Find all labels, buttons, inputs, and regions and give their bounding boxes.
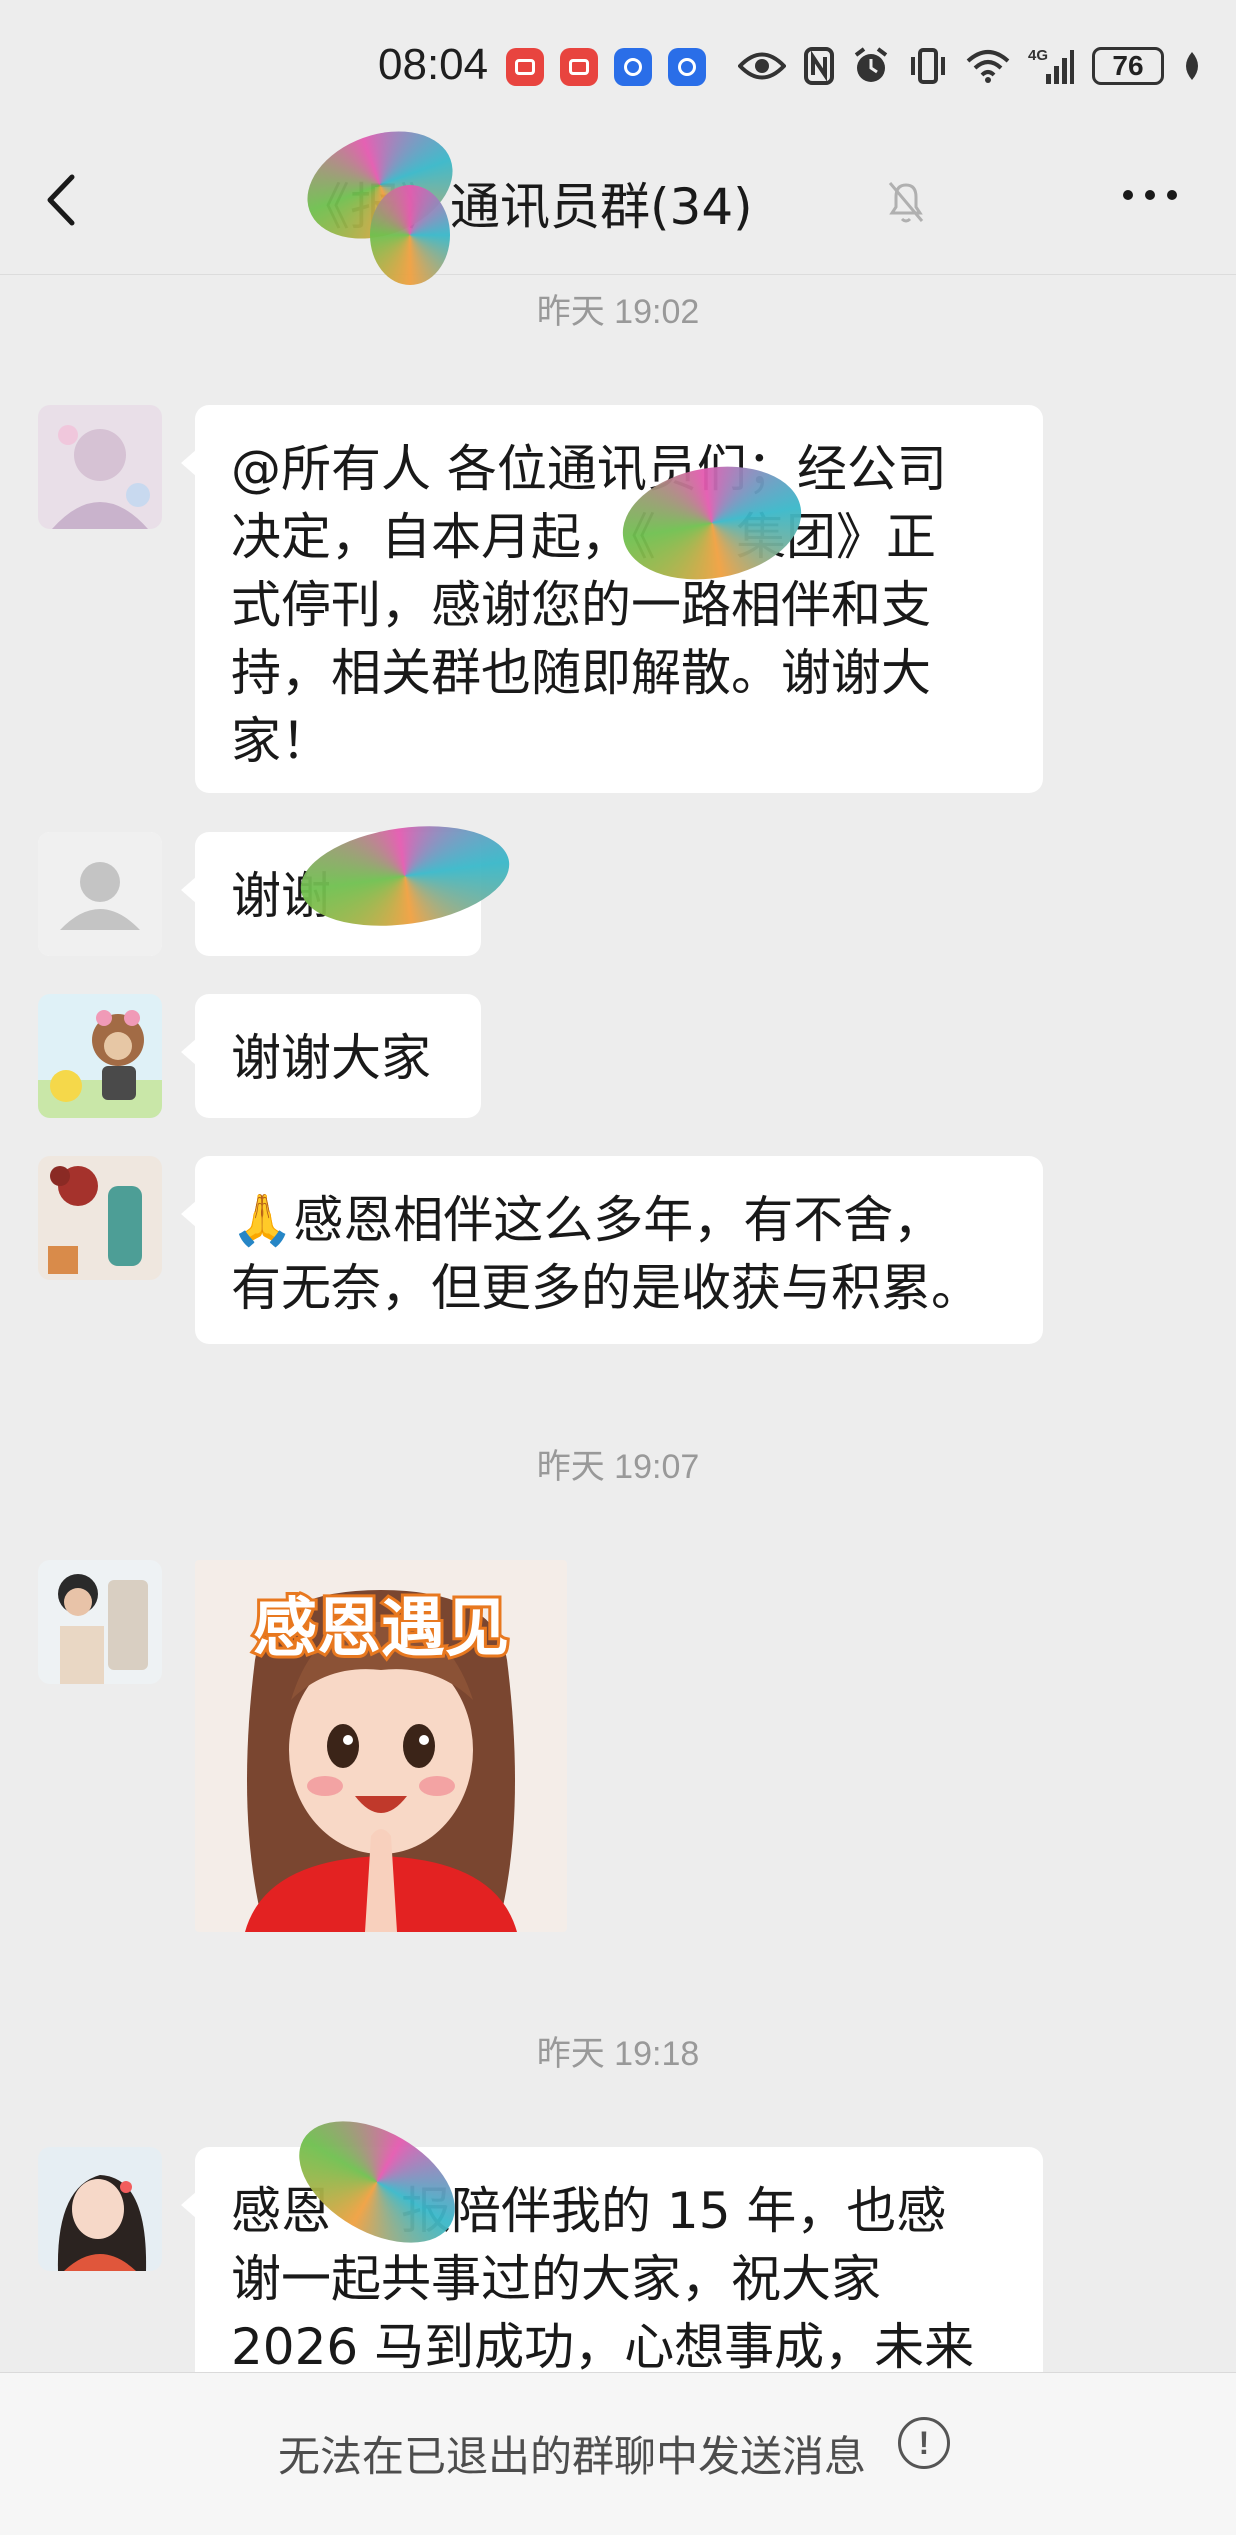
notification-icons (506, 48, 706, 86)
avatar[interactable] (38, 1156, 162, 1280)
app-notification-icon (506, 48, 544, 86)
wifi-icon (966, 44, 1010, 88)
info-icon[interactable]: ! (898, 2417, 950, 2469)
avatar[interactable] (38, 832, 162, 956)
avatar[interactable] (38, 994, 162, 1118)
avatar[interactable] (38, 405, 162, 529)
message-bubble[interactable]: 谢谢大家 (181, 994, 481, 1118)
app-notification-icon (614, 48, 652, 86)
disabled-notice: 无法在已退出的群聊中发送消息 (278, 2432, 867, 2481)
back-button[interactable] (40, 165, 100, 245)
message-timestamp: 昨天 19:07 (536, 1448, 700, 1486)
sticker-image[interactable]: 感恩遇见 (195, 1560, 567, 1932)
message-line: 式停刊，感谢您的一路相伴和支 (231, 576, 931, 634)
leaf-icon (1182, 44, 1202, 88)
sticker-caption: 感恩遇见 (253, 1592, 509, 1666)
alarm-icon (852, 44, 890, 88)
status-bar: 08:04 4G 76 (0, 0, 1236, 135)
ellipsis-icon (1123, 190, 1177, 200)
nfc-icon (804, 44, 834, 88)
bell-off-icon (884, 177, 928, 231)
message-line: 2026 马到成功，心想事成，未来 (231, 2318, 975, 2376)
message-line: 有无奈，但更多的是收获与积累。 (231, 1259, 981, 1317)
message-line: 持，相关群也随即解散。谢谢大 (231, 644, 931, 702)
message-line: 谢一起共事过的大家，祝大家 (231, 2250, 881, 2308)
chevron-left-icon (47, 174, 75, 226)
message-line: @所有人 各位通讯员们；经公司 (231, 440, 947, 498)
battery-icon: 76 (1092, 47, 1164, 85)
redaction-blob (370, 185, 450, 285)
message-line: 谢谢大家 (231, 1029, 431, 1087)
input-disabled-bar: 无法在已退出的群聊中发送消息 ! (0, 2372, 1236, 2535)
message-timestamp: 昨天 19:18 (536, 2035, 700, 2073)
more-button[interactable] (1120, 185, 1190, 225)
message-bubble[interactable]: @所有人 各位通讯员们；经公司 决定，自本月起，《 集团》正 式停刊，感谢您的一路… (181, 405, 1043, 793)
message-bubble[interactable]: 🙏感恩相伴这么多年，有不舍， 有无奈，但更多的是收获与积累。 (181, 1156, 1043, 1344)
message-line: 家！ (231, 712, 331, 770)
system-icons: 4G 76 (738, 44, 1202, 88)
message-timestamp: 昨天 19:02 (536, 293, 700, 331)
message-line: 决定，自本月起，《 集团》正 (231, 508, 936, 566)
avatar[interactable] (38, 2147, 162, 2271)
status-time: 08:04 (378, 40, 489, 89)
message-line: 🙏感恩相伴这么多年，有不舍， (231, 1191, 944, 1249)
chat-header: 《报》通讯员群(34) (0, 112, 1236, 285)
network-type: 4G (1028, 47, 1048, 64)
avatar[interactable] (38, 1560, 162, 1684)
app-notification-icon (668, 48, 706, 86)
eye-icon (738, 44, 786, 88)
vibrate-icon (908, 44, 948, 88)
user-placeholder-icon (38, 832, 162, 956)
signal-icon: 4G (1028, 44, 1074, 88)
app-notification-icon (560, 48, 598, 86)
